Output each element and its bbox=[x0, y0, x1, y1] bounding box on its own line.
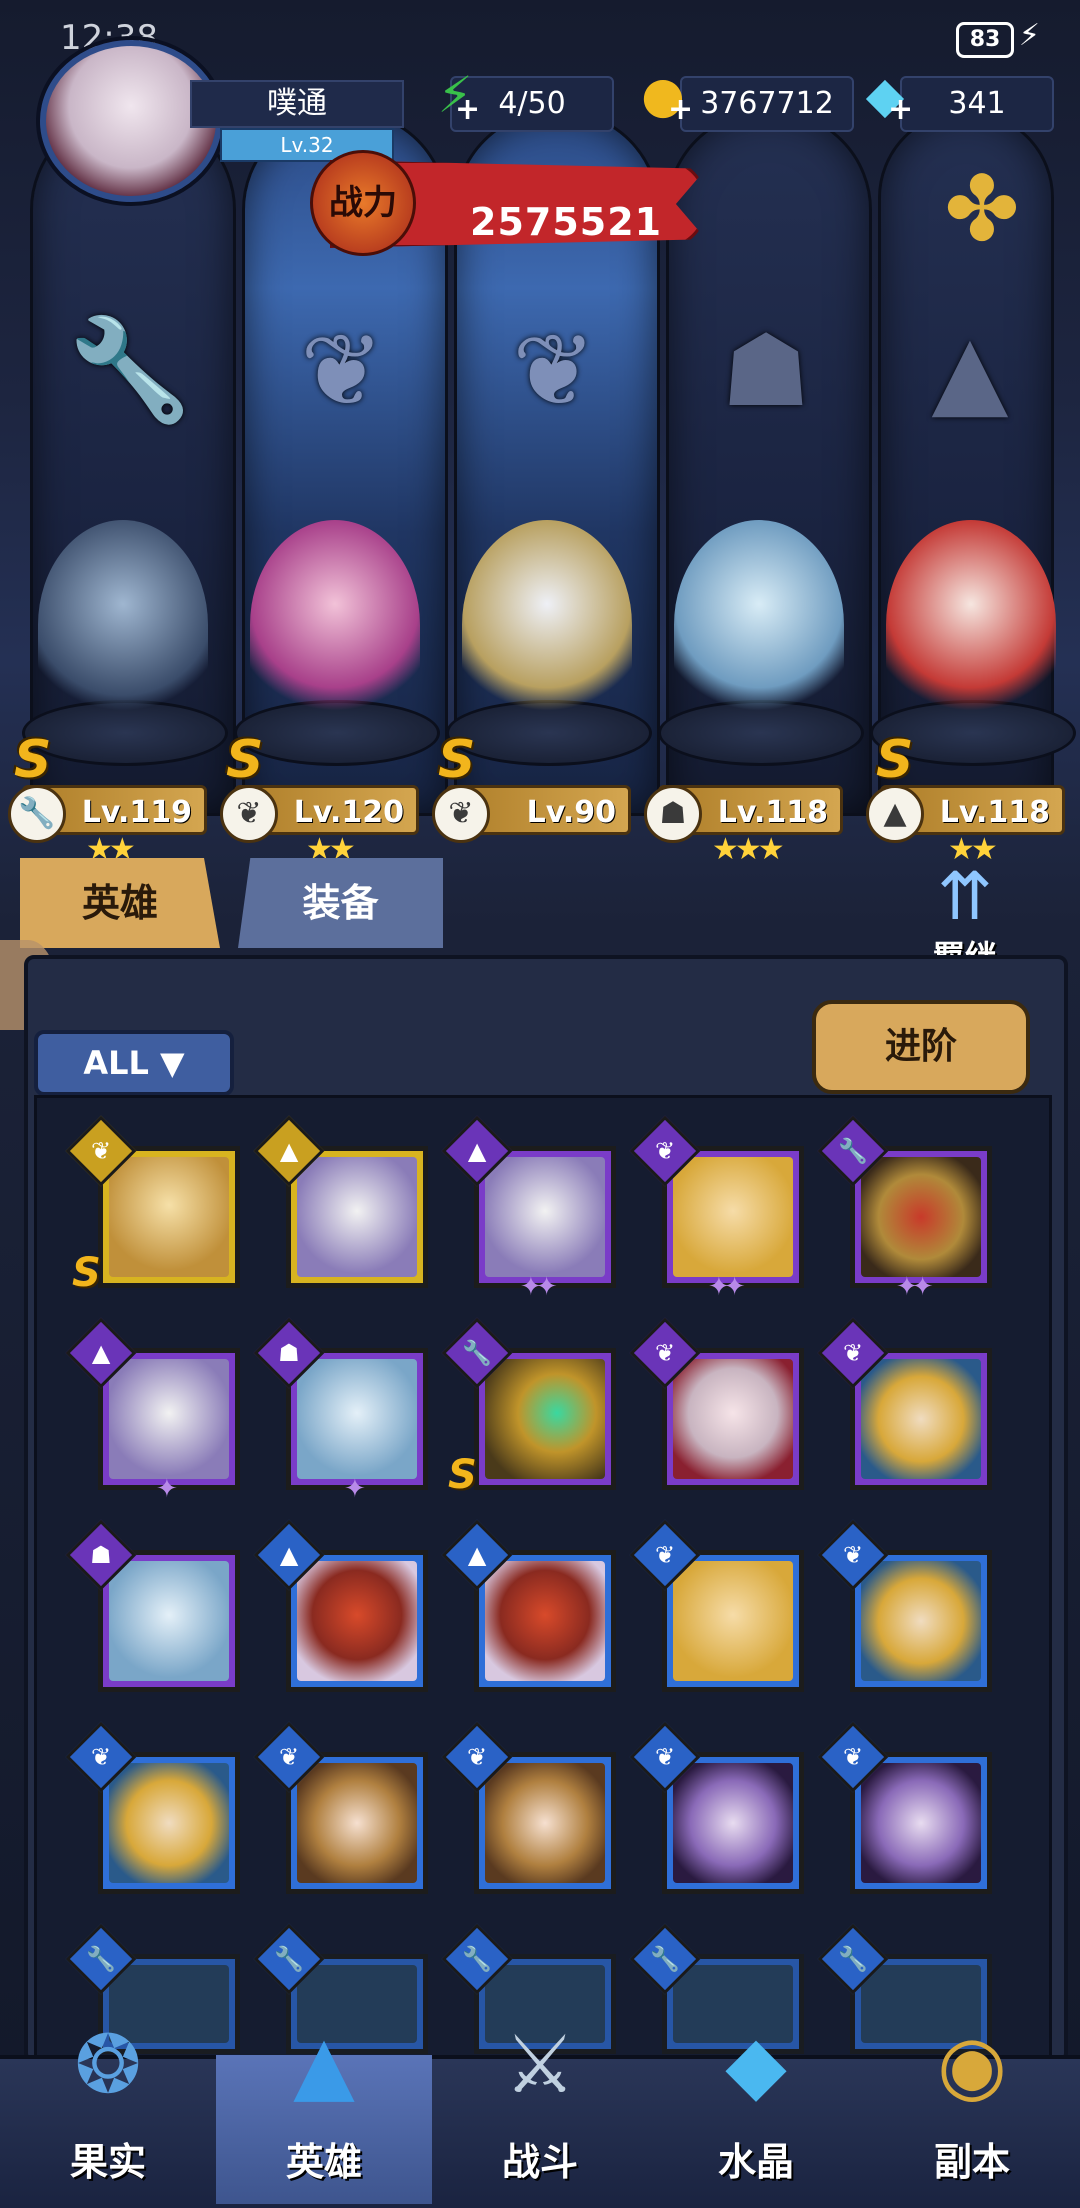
wrench-icon: 🔧 bbox=[8, 785, 66, 843]
player-name: 噗通 bbox=[190, 80, 404, 128]
gold-counter: 3767712 bbox=[680, 76, 854, 132]
wrench-icon: 🔧 bbox=[67, 311, 193, 428]
nav-dungeon[interactable]: ◉ 副本 bbox=[864, 2018, 1080, 2204]
battery-indicator: 83 bbox=[956, 22, 1014, 58]
charging-icon: ⚡ bbox=[1018, 18, 1040, 53]
nav-heroes[interactable]: ▲ 英雄 bbox=[216, 2018, 432, 2204]
filter-dropdown[interactable]: ALL ▼ bbox=[34, 1030, 234, 1096]
hero-stars: ✦✦ bbox=[708, 1272, 745, 1302]
nav-battle[interactable]: ⚔ 战斗 bbox=[432, 2018, 648, 2204]
combat-power-label: 战力 bbox=[310, 150, 416, 256]
wizard-hat-icon: ▲ bbox=[293, 2018, 355, 2111]
hero-rank-badge: S bbox=[448, 1452, 477, 1498]
tab-heroes[interactable]: 英雄 bbox=[20, 858, 220, 948]
nav-label: 英雄 bbox=[285, 2140, 362, 2184]
advance-button[interactable]: 进阶 bbox=[812, 1000, 1030, 1094]
hero-stars: ✦✦ bbox=[520, 1272, 557, 1302]
hero-stars: ★★★ bbox=[712, 832, 785, 867]
wing-icon: ❦ bbox=[220, 785, 278, 843]
hero-slot-sorceress[interactable] bbox=[886, 520, 1056, 730]
gem-counter: 341 bbox=[900, 76, 1054, 132]
nav-label: 副本 bbox=[933, 2140, 1010, 2184]
add-stamina-icon[interactable]: + bbox=[455, 92, 480, 127]
beast-icon: ☗ bbox=[644, 785, 702, 843]
sword-icon: ⚔ bbox=[504, 2018, 576, 2111]
hero-rank-badge: S bbox=[72, 1250, 101, 1296]
hero-stars: ✦✦ bbox=[896, 1272, 933, 1302]
menu-clover-icon[interactable]: ✤ bbox=[932, 160, 1032, 260]
hero-slot-paladin[interactable] bbox=[462, 520, 632, 730]
flask-icon: ▲ bbox=[931, 311, 1009, 429]
hero-slot-succubus[interactable] bbox=[250, 520, 420, 730]
add-gold-icon[interactable]: + bbox=[668, 92, 693, 127]
portal-icon: ◉ bbox=[937, 2018, 1007, 2111]
wing-icon: ❦ bbox=[432, 785, 490, 843]
hero-rank-badge: S bbox=[14, 730, 52, 790]
flask-icon: ▲ bbox=[866, 785, 924, 843]
hero-rank-badge: S bbox=[226, 730, 264, 790]
tab-equipment[interactable]: 装备 bbox=[238, 858, 443, 948]
hero-rank-badge: S bbox=[876, 730, 914, 790]
hero-stars: ✦ bbox=[344, 1474, 366, 1504]
hero-rank-badge: S bbox=[438, 730, 476, 790]
hero-stars: ✦ bbox=[156, 1474, 178, 1504]
nav-label: 战斗 bbox=[501, 2140, 578, 2184]
hero-slot-mech[interactable] bbox=[38, 520, 208, 730]
nav-fruit[interactable]: ❂ 果实 bbox=[0, 2018, 216, 2204]
fruit-icon: ❂ bbox=[74, 2018, 142, 2111]
nav-crystal[interactable]: ◆ 水晶 bbox=[648, 2018, 864, 2204]
nav-label: 果实 bbox=[69, 2140, 146, 2184]
beast-icon: ☗ bbox=[721, 311, 811, 429]
combat-power-value: 2575521 bbox=[470, 200, 663, 244]
add-gems-icon[interactable]: + bbox=[888, 92, 913, 127]
nav-label: 水晶 bbox=[717, 2140, 794, 2184]
crystal-icon: ◆ bbox=[725, 2018, 787, 2111]
hero-slot-werewolf[interactable] bbox=[674, 520, 844, 730]
bond-icon: ⇈ bbox=[937, 858, 993, 935]
wing-icon: ❦ bbox=[512, 311, 596, 429]
wing-icon: ❦ bbox=[300, 311, 384, 429]
